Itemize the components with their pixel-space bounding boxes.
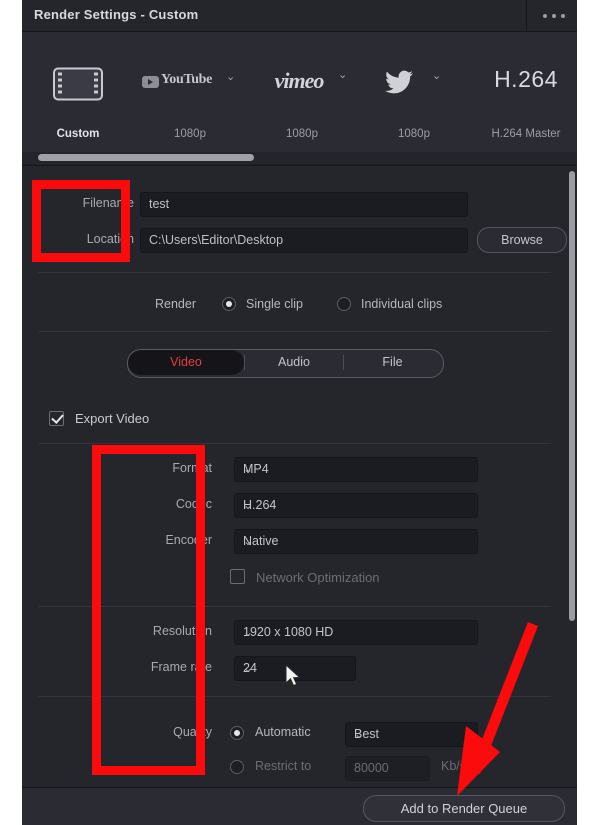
quality-label: Quality [173, 725, 212, 739]
preset-label: H.264 Master [491, 128, 561, 140]
settings-panel: Filename test Location C:\Users\Editor\D… [22, 165, 577, 788]
format-select[interactable]: MP4 ⌄ [234, 457, 478, 482]
video-audio-file-tabs: Video Audio File [127, 349, 444, 378]
preset-icon-wrap: H.264 [470, 60, 577, 108]
tab-audio[interactable]: Audio [245, 350, 343, 375]
location-value: C:\Users\Editor\Desktop [149, 233, 284, 247]
window-titlebar: Render Settings - Custom [22, 0, 577, 32]
location-label: Location [86, 232, 134, 246]
preset-youtube-1080p[interactable]: YouTube ⌄ 1080p [134, 32, 246, 152]
right-margin [577, 0, 600, 825]
chevron-down-icon: ⌄ [354, 727, 365, 741]
h264-icon: H.264 [494, 66, 558, 92]
filename-value: test [149, 197, 170, 211]
youtube-play-icon [142, 76, 159, 88]
vimeo-icon: vimeo [274, 68, 325, 93]
tab-file[interactable]: File [344, 350, 441, 375]
menu-dot-icon [552, 14, 556, 18]
codec-label: Codec [175, 497, 212, 511]
location-input[interactable]: C:\Users\Editor\Desktop [140, 228, 468, 253]
divider [38, 606, 551, 607]
preset-twitter-1080p[interactable]: ⌄ 1080p [358, 32, 470, 152]
footer-bar: Add to Render Queue [22, 787, 577, 825]
chevron-down-icon: ⌄ [243, 498, 254, 512]
radio-quality-automatic[interactable] [230, 726, 244, 740]
divider [38, 331, 551, 332]
preset-icon-wrap: ⌄ [358, 60, 470, 108]
quality-automatic-label: Automatic [255, 725, 311, 739]
frame-rate-select[interactable]: 24 ⌄ [234, 656, 356, 681]
film-strip-icon [53, 67, 103, 101]
filename-label: Filename [82, 196, 134, 210]
preset-strip: Custom YouTube ⌄ 1080p vimeo ⌄ 1080p ⌄ 1… [22, 32, 577, 152]
youtube-wordmark: YouTube [161, 72, 213, 87]
browse-button[interactable]: Browse [477, 227, 567, 253]
tab-video[interactable]: Video [128, 350, 244, 375]
chevron-down-icon: ⌄ [243, 462, 254, 476]
format-label: Format [172, 461, 212, 475]
chevron-down-icon[interactable]: ⌄ [432, 69, 441, 82]
radio-individual-clips[interactable] [337, 297, 351, 311]
titlebar-divider [526, 0, 527, 31]
quality-restrict-input[interactable]: 80000 [345, 756, 430, 781]
export-video-checkbox[interactable] [49, 411, 64, 426]
resolution-label: Resolution [152, 624, 212, 638]
twitter-icon [382, 68, 416, 96]
radio-individual-clips-label: Individual clips [361, 297, 443, 311]
preset-label: 1080p [286, 128, 318, 140]
radio-single-clip-label: Single clip [246, 297, 303, 311]
chevron-down-icon: ⌄ [243, 661, 254, 675]
quality-preset-select[interactable]: Best ⌄ [345, 722, 478, 747]
filename-input[interactable]: test [140, 192, 468, 217]
preset-h264-master[interactable]: H.264 H.264 Master [470, 32, 577, 152]
network-optimization-label: Network Optimization [256, 570, 380, 585]
chevron-down-icon: ⌄ [243, 625, 254, 639]
preset-hscrollbar-thumb[interactable] [38, 154, 254, 161]
encoder-select[interactable]: Native ⌄ [234, 529, 478, 554]
codec-select[interactable]: H.264 ⌄ [234, 493, 478, 518]
render-mode-label: Render [155, 297, 196, 311]
radio-single-clip[interactable] [222, 297, 236, 311]
panel-vscrollbar-thumb[interactable] [569, 171, 575, 621]
quality-restrict-label: Restrict to [255, 759, 312, 773]
add-to-render-queue-button[interactable]: Add to Render Queue [363, 795, 565, 822]
chevron-down-icon[interactable]: ⌄ [338, 68, 347, 81]
overflow-menu-button[interactable] [541, 8, 571, 22]
left-margin [0, 0, 22, 825]
preset-label: Custom [56, 128, 100, 140]
preset-vimeo-1080p[interactable]: vimeo ⌄ 1080p [246, 32, 358, 152]
quality-restrict-value: 80000 [354, 761, 389, 775]
resolution-select[interactable]: 1920 x 1080 HD ⌄ [234, 620, 478, 645]
export-video-label: Export Video [75, 411, 150, 426]
preset-icon-wrap [22, 60, 134, 108]
network-optimization-checkbox[interactable] [230, 569, 245, 584]
preset-custom[interactable]: Custom [22, 32, 134, 152]
preset-label: 1080p [174, 128, 206, 140]
youtube-icon: YouTube [142, 70, 238, 96]
divider [38, 696, 551, 697]
preset-icon-wrap: vimeo ⌄ [246, 60, 358, 108]
menu-dot-icon [543, 14, 547, 18]
window-title: Render Settings - Custom [34, 7, 199, 22]
divider [38, 272, 551, 273]
render-settings-window: Render Settings - Custom Custom YouTube … [22, 0, 577, 825]
divider [38, 443, 551, 444]
frame-rate-label: Frame rate [150, 660, 212, 674]
chevron-down-icon[interactable]: ⌄ [226, 70, 235, 83]
preset-icon-wrap: YouTube ⌄ [134, 60, 246, 108]
encoder-label: Encoder [165, 533, 212, 547]
menu-dot-icon [561, 14, 565, 18]
chevron-down-icon: ⌄ [243, 534, 254, 548]
preset-label: 1080p [398, 128, 430, 140]
radio-quality-restrict[interactable] [230, 760, 244, 774]
quality-restrict-units: Kb/s [441, 759, 467, 773]
